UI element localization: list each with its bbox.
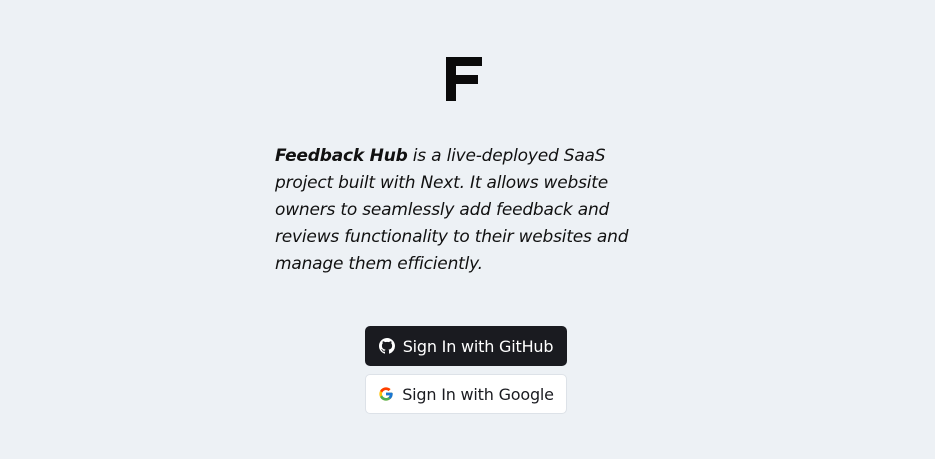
brand-name: Feedback Hub [275,146,408,166]
github-icon [378,338,395,354]
sign-in-github-button[interactable]: Sign In with GitHub [365,326,567,366]
sign-in-google-button[interactable]: Sign In with Google [365,374,567,414]
project-description: Feedback Hub is a live-deployed SaaS pro… [275,143,667,278]
google-icon [378,386,394,402]
github-button-label: Sign In with GitHub [402,336,554,356]
f-logo-icon [446,57,482,101]
google-button-label: Sign In with Google [402,384,554,404]
